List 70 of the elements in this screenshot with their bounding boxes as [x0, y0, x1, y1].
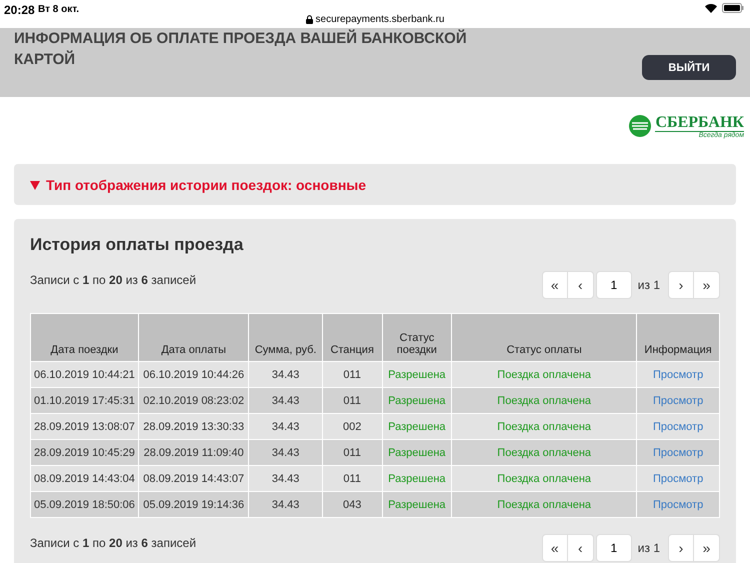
table-cell: 06.10.2019 10:44:26 — [138, 362, 249, 388]
table-cell: Поездка оплачена — [452, 440, 637, 466]
table-cell: 002 — [322, 414, 382, 440]
table-cell: 011 — [322, 466, 382, 492]
page-field[interactable]: 1 — [596, 534, 632, 562]
table-cell: 28.09.2019 10:45:29 — [30, 440, 138, 466]
table-cell: 011 — [322, 388, 382, 414]
table-cell: 043 — [322, 492, 382, 518]
table-cell: 28.09.2019 13:30:33 — [138, 414, 249, 440]
table-cell: Поездка оплачена — [452, 492, 637, 518]
table-cell: Поездка оплачена — [452, 388, 637, 414]
table-cell: 34.43 — [248, 388, 322, 414]
page-count: из 1 — [638, 278, 660, 292]
column-header: Статус оплаты — [452, 314, 637, 362]
bank-name: СБЕРБАНК — [655, 114, 744, 132]
first-page-button[interactable]: « — [542, 534, 568, 562]
table-cell: 34.43 — [248, 440, 322, 466]
page-url: securepayments.sberbank.ru — [316, 14, 444, 25]
records-info: Записи с 1 по 20 из 6 записей — [30, 536, 196, 550]
table-cell: Разрешена — [382, 362, 452, 388]
page-title: ИНФОРМАЦИЯ ОБ ОПЛАТЕ ПРОЕЗДА ВАШЕЙ БАНКОВСКОЙ КАРТОЙ — [14, 28, 468, 70]
column-header: Статус поездки — [382, 314, 452, 362]
table-cell: 05.09.2019 18:50:06 — [30, 492, 138, 518]
logo-icon — [629, 115, 652, 137]
battery-icon — [722, 3, 744, 13]
table-cell: Поездка оплачена — [452, 362, 637, 388]
table-cell: Поездка оплачена — [452, 466, 637, 492]
table-cell: 011 — [322, 362, 382, 388]
wifi-icon — [705, 4, 717, 12]
table-cell: Разрешена — [382, 466, 452, 492]
column-header: Дата поездки — [30, 314, 138, 362]
table-cell: 05.09.2019 19:14:36 — [138, 492, 249, 518]
table-cell: 34.43 — [248, 414, 322, 440]
logout-button[interactable]: ВЫЙТИ — [642, 55, 736, 80]
next-page-button[interactable]: › — [668, 271, 694, 299]
last-page-button[interactable]: » — [694, 271, 720, 299]
table-cell: 34.43 — [248, 466, 322, 492]
view-toggle[interactable]: Тип отображения истории поездок: основные — [14, 164, 736, 205]
table-cell: 28.09.2019 11:09:40 — [138, 440, 249, 466]
table-cell: Разрешена — [382, 414, 452, 440]
first-page-button[interactable]: « — [542, 271, 568, 299]
column-header: Информация — [636, 314, 720, 362]
table-cell: Разрешена — [382, 440, 452, 466]
table-cell: 02.10.2019 08:23:02 — [138, 388, 249, 414]
page-count: из 1 — [638, 541, 660, 555]
page-field[interactable]: 1 — [596, 271, 632, 299]
table-cell: Поездка оплачена — [452, 414, 637, 440]
last-page-button[interactable]: » — [694, 534, 720, 562]
table-cell: 34.43 — [248, 492, 322, 518]
table-cell: 08.09.2019 14:43:07 — [138, 466, 249, 492]
table-cell: Разрешена — [382, 388, 452, 414]
table-cell: 01.10.2019 17:45:31 — [30, 388, 138, 414]
records-info: Записи с 1 по 20 из 6 записей — [30, 273, 196, 287]
table-cell: 011 — [322, 440, 382, 466]
status-time: 20:28 — [4, 3, 35, 17]
column-header: Дата оплаты — [138, 314, 249, 362]
previous-page-button[interactable]: ‹ — [568, 534, 594, 562]
next-page-button[interactable]: › — [668, 534, 694, 562]
status-date: Вт 8 окт. — [38, 4, 80, 15]
table-cell: 34.43 — [248, 362, 322, 388]
table-cell: 28.09.2019 13:08:07 — [30, 414, 138, 440]
panel-title: История оплаты проезда — [30, 235, 244, 255]
toggle-label: Тип отображения истории поездок: основные — [46, 176, 366, 192]
lock-icon — [306, 15, 313, 24]
table-cell: 08.09.2019 14:43:04 — [30, 466, 138, 492]
column-header: Станция — [322, 314, 382, 362]
previous-page-button[interactable]: ‹ — [568, 271, 594, 299]
column-header: Сумма, руб. — [248, 314, 322, 362]
table-cell: Разрешена — [382, 492, 452, 518]
table-cell: 06.10.2019 10:44:21 — [30, 362, 138, 388]
